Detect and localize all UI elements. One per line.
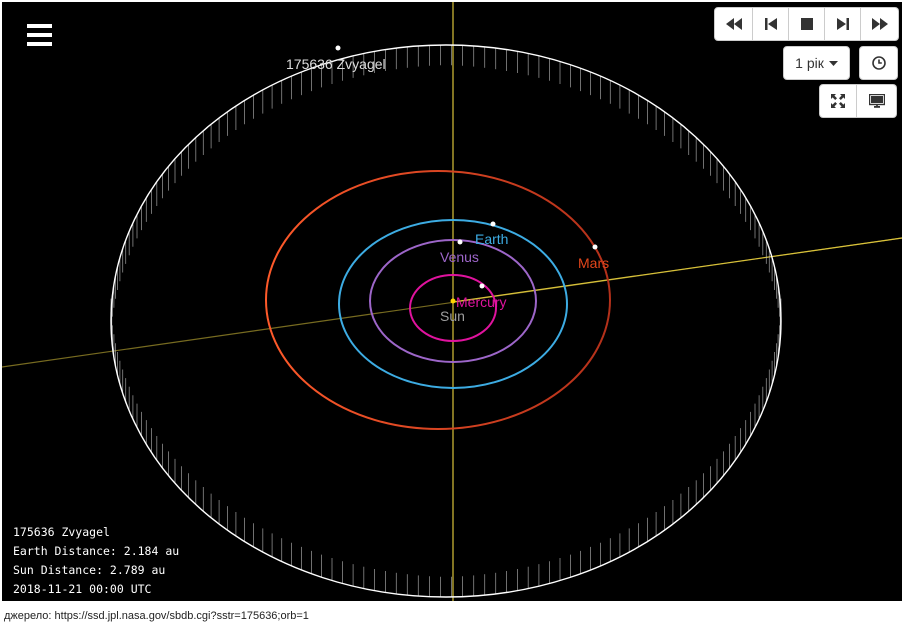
info-sun-distance: Sun Distance: 2.789 au — [13, 563, 166, 577]
ecliptic-axis-line-front — [452, 237, 902, 303]
venus-label: Venus — [440, 249, 479, 265]
source-caption: джерело: https://ssd.jpl.nasa.gov/sbdb.c… — [4, 610, 309, 622]
clock-group — [859, 46, 898, 80]
sun-marker[interactable] — [450, 298, 456, 304]
step-forward-button[interactable] — [825, 7, 861, 41]
stop-icon — [800, 18, 813, 30]
caret-down-icon — [828, 60, 838, 66]
step-backward-button[interactable] — [753, 7, 789, 41]
earth-marker[interactable] — [490, 221, 496, 227]
stop-button[interactable] — [789, 7, 825, 41]
mars-label: Mars — [578, 255, 610, 271]
playback-controls — [714, 7, 899, 41]
mercury-label: Mercury — [456, 294, 507, 310]
earth-label: Earth — [475, 231, 509, 247]
mars-orbit — [265, 170, 611, 430]
fast-forward-button[interactable] — [861, 7, 899, 41]
mercury-marker[interactable] — [479, 283, 485, 289]
fast-backward-icon — [725, 18, 742, 30]
orbit-viewer-canvas[interactable]: Sun Mercury Venus Earth Mars 175636 Zvya… — [2, 2, 902, 601]
step-backward-icon — [764, 18, 777, 30]
info-earth-distance: Earth Distance: 2.184 au — [13, 544, 180, 558]
clock-icon — [871, 56, 886, 70]
step-forward-icon — [836, 18, 849, 30]
info-datetime: 2018-11-21 00:00 UTC — [13, 582, 152, 596]
hamburger-menu-icon[interactable] — [24, 22, 54, 48]
step-size-group: 1 рік — [783, 46, 850, 80]
orbit-diagram — [2, 2, 902, 601]
clock-button[interactable] — [859, 46, 898, 80]
fullscreen-button[interactable] — [819, 84, 857, 118]
info-object-name: 175636 Zvyagel — [13, 525, 110, 539]
asteroid-label: 175636 Zvyagel — [286, 56, 386, 72]
step-size-dropdown[interactable]: 1 рік — [783, 46, 850, 80]
sun-label: Sun — [440, 308, 465, 324]
mars-marker[interactable] — [592, 244, 598, 250]
fullscreen-icon — [831, 94, 845, 108]
view-controls — [819, 84, 897, 118]
display-button[interactable] — [857, 84, 897, 118]
step-size-value: 1 рік — [795, 55, 824, 71]
info-panel: 175636 Zvyagel Earth Distance: 2.184 au … — [13, 523, 179, 599]
fast-backward-button[interactable] — [714, 7, 753, 41]
asteroid-marker[interactable] — [335, 45, 341, 51]
monitor-icon — [868, 94, 885, 108]
fast-forward-icon — [871, 18, 888, 30]
venus-marker[interactable] — [457, 239, 463, 245]
